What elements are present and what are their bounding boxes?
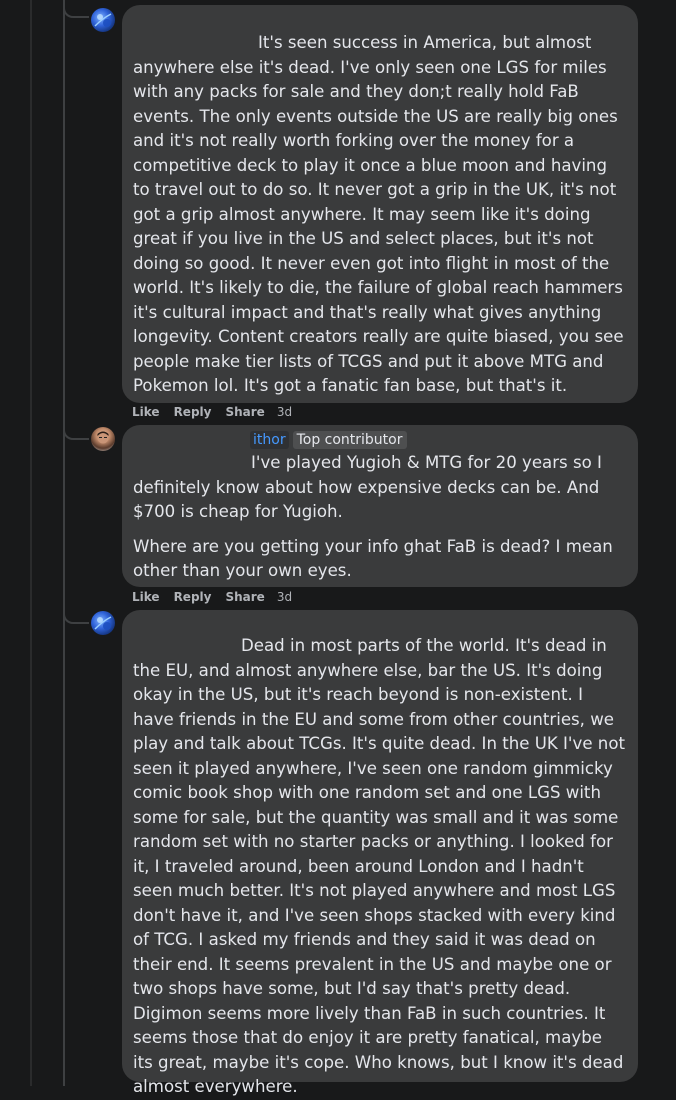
- comment-bubble: Dead in most parts of the world. It's de…: [122, 610, 638, 1096]
- comment-text: It's seen success in America, but almost…: [133, 33, 624, 395]
- reply-button[interactable]: Reply: [174, 405, 212, 419]
- comment-text: I've played Yugioh & MTG for 20 years so…: [133, 453, 602, 521]
- avatar[interactable]: [91, 8, 115, 32]
- share-button[interactable]: Share: [225, 590, 264, 604]
- comment-text: Dead in most parts of the world. It's de…: [133, 636, 625, 1096]
- like-button[interactable]: Like: [132, 405, 160, 419]
- thread-connector: [63, 2, 89, 18]
- blue-abstract-icon: [94, 13, 112, 27]
- timestamp[interactable]: 3d: [277, 590, 292, 604]
- like-button[interactable]: Like: [132, 590, 160, 604]
- comment-text: Where are you getting your info ghat FaB…: [133, 536, 613, 581]
- reply-button[interactable]: Reply: [174, 590, 212, 604]
- thread-connector: [63, 608, 89, 624]
- blue-abstract-icon: [94, 616, 112, 630]
- share-button[interactable]: Share: [225, 405, 264, 419]
- thread-connector: [63, 424, 89, 440]
- thread-line-outer: [63, 0, 65, 1086]
- comment-bubble: It's seen success in America, but almost…: [122, 5, 638, 403]
- comment-actions: Like Reply Share 3d: [132, 405, 306, 419]
- comment-bubble: I've played Yugioh & MTG for 20 years so…: [122, 425, 638, 587]
- person-photo-icon: [97, 431, 109, 444]
- avatar[interactable]: [91, 427, 115, 451]
- comment-actions: Like Reply Share 3d: [132, 590, 306, 604]
- avatar[interactable]: [91, 611, 115, 635]
- author-name[interactable]: ithor: [250, 431, 289, 449]
- author-row: ithor Top contributor: [250, 431, 407, 449]
- top-contributor-badge: Top contributor: [292, 431, 407, 449]
- timestamp[interactable]: 3d: [277, 405, 292, 419]
- thread-line-left: [30, 0, 32, 1086]
